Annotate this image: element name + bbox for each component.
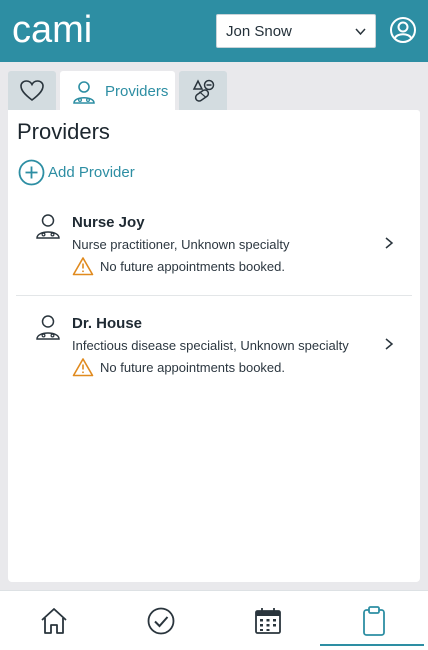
plus-circle-icon [18, 159, 45, 185]
clipboard-icon [362, 606, 385, 636]
active-tab-indicator [320, 644, 424, 646]
check-circle-icon [147, 607, 174, 635]
tab-medications[interactable] [179, 71, 227, 111]
doctor-icon [73, 80, 95, 104]
warning-icon [72, 257, 94, 276]
provider-name: Nurse Joy [72, 214, 145, 231]
doctor-icon [36, 214, 60, 239]
provider-item[interactable]: Nurse Joy Nurse practitioner, Unknown sp… [16, 200, 412, 296]
warning-text: No future appointments booked. [100, 258, 286, 274]
nav-home[interactable] [0, 591, 107, 650]
tab-health[interactable] [8, 71, 56, 111]
user-select-value: Jon Snow [226, 22, 292, 40]
add-provider-button[interactable]: Add Provider [18, 158, 135, 186]
heart-icon [20, 80, 44, 102]
add-provider-label: Add Provider [48, 163, 135, 181]
nav-records[interactable] [320, 591, 427, 650]
providers-panel: Providers Add Provider Nurse Joy Nurse p… [8, 110, 420, 582]
nav-tasks[interactable] [107, 591, 214, 650]
chevron-right-icon[interactable] [382, 337, 396, 351]
appointment-warning: No future appointments booked. [72, 256, 285, 276]
chevron-right-icon[interactable] [382, 236, 396, 250]
tab-bar: Providers [0, 62, 428, 112]
appointment-warning: No future appointments booked. [72, 357, 285, 377]
user-select[interactable]: Jon Snow [216, 14, 376, 48]
tab-providers-label: Providers [105, 83, 169, 100]
user-circle-icon[interactable] [389, 16, 417, 44]
warning-icon [72, 358, 94, 377]
provider-specialty: Infectious disease specialist, Unknown s… [72, 338, 349, 353]
provider-name: Dr. House [72, 315, 143, 332]
doctor-icon [36, 315, 60, 340]
cami-logo[interactable]: cami [12, 12, 112, 48]
page-title: Providers [17, 119, 110, 144]
logo-text: cami [12, 12, 92, 48]
chevron-down-icon [355, 28, 366, 36]
tab-providers[interactable]: Providers [60, 71, 175, 112]
bottom-nav [0, 590, 428, 650]
home-icon [40, 608, 67, 634]
provider-item[interactable]: Dr. House Infectious disease specialist,… [16, 301, 412, 397]
provider-specialty: Nurse practitioner, Unknown specialty [72, 237, 290, 252]
pills-icon [192, 79, 215, 102]
app-header: cami Jon Snow [0, 0, 428, 62]
calendar-icon [254, 608, 281, 634]
warning-text: No future appointments booked. [100, 359, 286, 375]
nav-calendar[interactable] [214, 591, 321, 650]
